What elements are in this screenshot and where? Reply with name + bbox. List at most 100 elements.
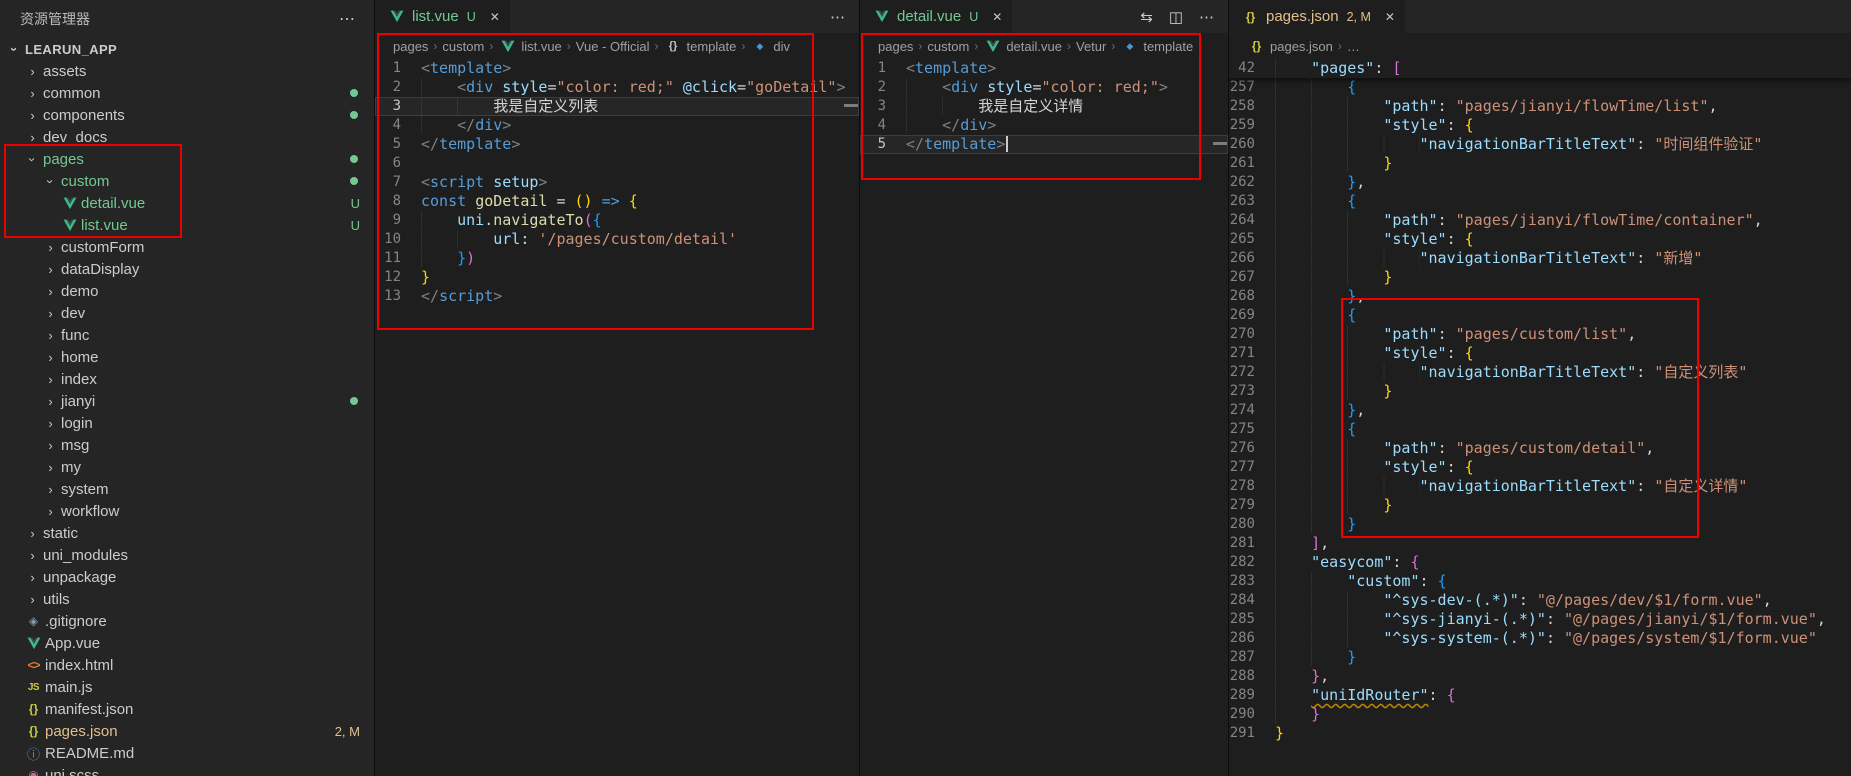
code-line-271[interactable]: 271 "style": {: [1229, 344, 1851, 363]
breadcrumb-item-detail.vue[interactable]: detail.vue: [983, 39, 1062, 54]
code-line-286[interactable]: 286 "^sys-system-(.*)": "@/pages/system/…: [1229, 629, 1851, 648]
tree-file-main.js[interactable]: JSmain.js: [0, 676, 374, 698]
code-line-281[interactable]: 281 ],: [1229, 534, 1851, 553]
code-line-5[interactable]: 5</template>: [860, 135, 1228, 154]
tree-folder-custom[interactable]: ›custom: [0, 170, 374, 192]
tree-file-manifest.json[interactable]: {}manifest.json: [0, 698, 374, 720]
breadcrumb-item-custom[interactable]: custom: [442, 39, 484, 54]
code-line-291[interactable]: 291}: [1229, 724, 1851, 743]
code-line-270[interactable]: 270 "path": "pages/custom/list",: [1229, 325, 1851, 344]
tree-folder-func[interactable]: ›func: [0, 324, 374, 346]
tree-folder-index[interactable]: ›index: [0, 368, 374, 390]
breadcrumb-item-…[interactable]: …: [1347, 39, 1360, 54]
code-line-4[interactable]: 4 </div>: [860, 116, 1228, 135]
code-line-267[interactable]: 267 }: [1229, 268, 1851, 287]
code-line-283[interactable]: 283 "custom": {: [1229, 572, 1851, 591]
tree-folder-home[interactable]: ›home: [0, 346, 374, 368]
code-line-13[interactable]: 13</script>: [375, 287, 859, 306]
tree-folder-static[interactable]: ›static: [0, 522, 374, 544]
code-area-3[interactable]: 42 "pages": [257 {258 "path": "pages/jia…: [1229, 59, 1851, 776]
tree-folder-pages[interactable]: ›pages: [0, 148, 374, 170]
code-line-277[interactable]: 277 "style": {: [1229, 458, 1851, 477]
code-line-1[interactable]: 1<template>: [860, 59, 1228, 78]
code-line-274[interactable]: 274 },: [1229, 401, 1851, 420]
breadcrumb-item-pages[interactable]: pages: [878, 39, 913, 54]
code-line-2[interactable]: 2 <div style="color: red;">: [860, 78, 1228, 97]
tree-folder-components[interactable]: ›components: [0, 104, 374, 126]
tree-file-.gitignore[interactable]: ◈.gitignore: [0, 610, 374, 632]
code-line-5[interactable]: 5</template>: [375, 135, 859, 154]
code-line-3[interactable]: 3 我是自定义详情: [860, 97, 1228, 116]
tree-folder-login[interactable]: ›login: [0, 412, 374, 434]
code-line-6[interactable]: 6: [375, 154, 859, 173]
tree-root-learun-app[interactable]: ›LEARUN_APP: [0, 38, 374, 60]
code-line-266[interactable]: 266 "navigationBarTitleText": "新增": [1229, 249, 1851, 268]
explorer-more-actions-icon[interactable]: ⋯: [339, 9, 356, 29]
code-line-261[interactable]: 261 }: [1229, 154, 1851, 173]
tab-detail.vue[interactable]: detail.vueU✕: [860, 0, 1012, 33]
code-line-280[interactable]: 280 }: [1229, 515, 1851, 534]
code-line-262[interactable]: 262 },: [1229, 173, 1851, 192]
tree-folder-dataDisplay[interactable]: ›dataDisplay: [0, 258, 374, 280]
code-line-273[interactable]: 273 }: [1229, 382, 1851, 401]
code-line-269[interactable]: 269 {: [1229, 306, 1851, 325]
breadcrumb-item-div[interactable]: ◆div: [750, 39, 790, 54]
code-line-4[interactable]: 4 </div>: [375, 116, 859, 135]
tab-close-icon[interactable]: ✕: [490, 10, 500, 24]
breadcrumb-item-pages.json[interactable]: {}pages.json: [1247, 39, 1333, 54]
code-line-258[interactable]: 258 "path": "pages/jianyi/flowTime/list"…: [1229, 97, 1851, 116]
tree-folder-utils[interactable]: ›utils: [0, 588, 374, 610]
breadcrumb-item-list.vue[interactable]: list.vue: [498, 39, 561, 54]
tree-folder-assets[interactable]: ›assets: [0, 60, 374, 82]
tree-folder-unpackage[interactable]: ›unpackage: [0, 566, 374, 588]
code-line-263[interactable]: 263 {: [1229, 192, 1851, 211]
code-line-260[interactable]: 260 "navigationBarTitleText": "时间组件验证": [1229, 135, 1851, 154]
code-line-276[interactable]: 276 "path": "pages/custom/detail",: [1229, 439, 1851, 458]
code-line-264[interactable]: 264 "path": "pages/jianyi/flowTime/conta…: [1229, 211, 1851, 230]
code-line-8[interactable]: 8const goDetail = () => {: [375, 192, 859, 211]
tab-list.vue[interactable]: list.vueU✕: [375, 0, 510, 33]
breadcrumb-item-Vetur[interactable]: Vetur: [1076, 39, 1106, 54]
code-line-259[interactable]: 259 "style": {: [1229, 116, 1851, 135]
code-line-282[interactable]: 282 "easycom": {: [1229, 553, 1851, 572]
code-line-257[interactable]: 257 {: [1229, 78, 1851, 97]
tree-folder-jianyi[interactable]: ›jianyi: [0, 390, 374, 412]
breadcrumb-item-template[interactable]: ◆template: [1120, 39, 1193, 54]
code-line-12[interactable]: 12}: [375, 268, 859, 287]
breadcrumb-item-Vue - Official[interactable]: Vue - Official: [576, 39, 650, 54]
tree-folder-demo[interactable]: ›demo: [0, 280, 374, 302]
code-line-1[interactable]: 1<template>: [375, 59, 859, 78]
tree-folder-workflow[interactable]: ›workflow: [0, 500, 374, 522]
code-area-1[interactable]: 1<template>2 <div style="color: red;" @c…: [375, 59, 859, 776]
tree-file-README.md[interactable]: ⓘREADME.md: [0, 742, 374, 764]
code-line-2[interactable]: 2 <div style="color: red;" @click="goDet…: [375, 78, 859, 97]
code-line-285[interactable]: 285 "^sys-jianyi-(.*)": "@/pages/jianyi/…: [1229, 610, 1851, 629]
sticky-scroll-line[interactable]: 42 "pages": [: [1229, 59, 1851, 78]
tree-file-App.vue[interactable]: App.vue: [0, 632, 374, 654]
tree-folder-system[interactable]: ›system: [0, 478, 374, 500]
tree-folder-dev_docs[interactable]: ›dev_docs: [0, 126, 374, 148]
tree-file-detail.vue[interactable]: detail.vueU: [0, 192, 374, 214]
code-area-2[interactable]: 1<template>2 <div style="color: red;">3 …: [860, 59, 1228, 776]
more-actions-icon[interactable]: ⋯: [830, 8, 845, 26]
code-line-288[interactable]: 288 },: [1229, 667, 1851, 686]
tree-folder-dev[interactable]: ›dev: [0, 302, 374, 324]
tree-folder-my[interactable]: ›my: [0, 456, 374, 478]
code-line-3[interactable]: 3 我是自定义列表: [375, 97, 859, 116]
code-line-279[interactable]: 279 }: [1229, 496, 1851, 515]
code-line-275[interactable]: 275 {: [1229, 420, 1851, 439]
more-actions-icon[interactable]: ⋯: [1199, 8, 1214, 26]
code-line-284[interactable]: 284 "^sys-dev-(.*)": "@/pages/dev/$1/for…: [1229, 591, 1851, 610]
tab-close-icon[interactable]: ✕: [992, 10, 1002, 24]
code-line-7[interactable]: 7<script setup>: [375, 173, 859, 192]
code-line-278[interactable]: 278 "navigationBarTitleText": "自定义详情": [1229, 477, 1851, 496]
open-changes-icon[interactable]: ⇆: [1140, 8, 1153, 26]
code-line-289[interactable]: 289 "uniIdRouter": {: [1229, 686, 1851, 705]
tab-pages.json[interactable]: {}pages.json2, M✕: [1229, 0, 1405, 33]
split-editor-icon[interactable]: ◫: [1169, 8, 1183, 26]
breadcrumb-item-template[interactable]: {}template: [664, 39, 737, 54]
code-line-9[interactable]: 9 uni.navigateTo({: [375, 211, 859, 230]
code-line-272[interactable]: 272 "navigationBarTitleText": "自定义列表": [1229, 363, 1851, 382]
tree-file-list.vue[interactable]: list.vueU: [0, 214, 374, 236]
code-line-42[interactable]: 42 "pages": [: [1229, 59, 1851, 78]
